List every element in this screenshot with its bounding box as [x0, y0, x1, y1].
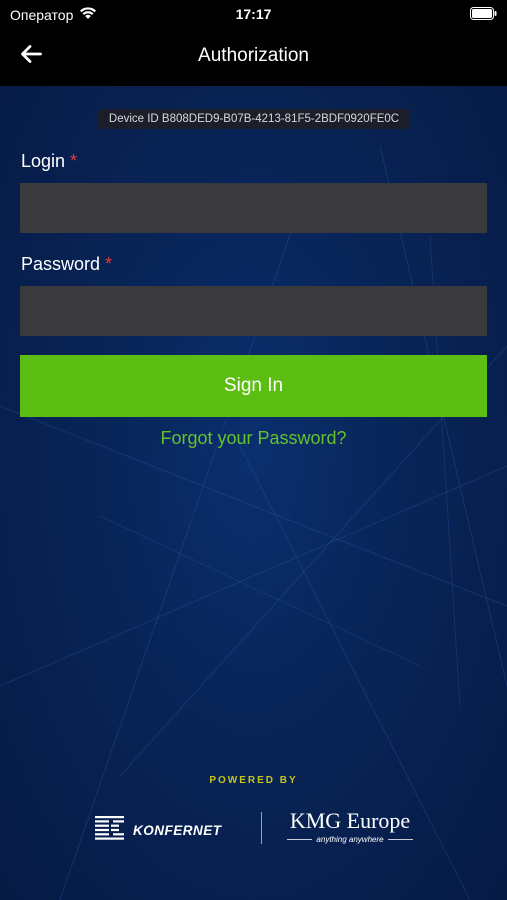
partner-logos: KONFERNET KMG Europe anything anywhere: [0, 808, 507, 858]
konfernet-wordmark: KONFERNET: [133, 823, 222, 838]
status-bar: Оператор 17:17: [0, 0, 507, 28]
auth-screen: Device ID B808DED9-B07B-4213-81F5-2BDF09…: [0, 86, 507, 900]
kmg-tagline-row: anything anywhere: [287, 835, 413, 844]
device-id-badge: Device ID B808DED9-B07B-4213-81F5-2BDF09…: [98, 109, 410, 129]
password-required-mark: *: [105, 254, 113, 274]
battery-icon: [470, 7, 497, 23]
password-label-text: Password: [21, 254, 101, 274]
konfernet-k-logo-icon: [95, 816, 125, 845]
login-label: Login *: [21, 151, 77, 172]
password-label: Password *: [21, 254, 112, 275]
status-time: 17:17: [235, 6, 272, 22]
nav-bar: Authorization: [0, 28, 507, 86]
kmg-europe-logo: KMG Europe anything anywhere: [287, 808, 413, 844]
back-button[interactable]: [14, 41, 48, 71]
arrow-left-icon: [20, 44, 42, 68]
sign-in-button[interactable]: Sign In: [20, 355, 487, 417]
konfernet-logo: KONFERNET: [95, 816, 222, 845]
logo-divider: [261, 812, 262, 844]
forgot-password-link[interactable]: Forgot your Password?: [0, 428, 507, 449]
login-label-text: Login: [21, 151, 66, 171]
page-title: Authorization: [198, 45, 309, 66]
tagline-rule-left: [287, 839, 313, 840]
kmg-europe-wordmark: KMG Europe: [289, 808, 411, 833]
tagline-rule-right: [387, 839, 413, 840]
password-input[interactable]: [20, 286, 487, 336]
login-input[interactable]: [20, 183, 487, 233]
powered-by-label: POWERED BY: [209, 775, 298, 786]
login-required-mark: *: [70, 151, 78, 171]
kmg-tagline: anything anywhere: [316, 835, 384, 844]
